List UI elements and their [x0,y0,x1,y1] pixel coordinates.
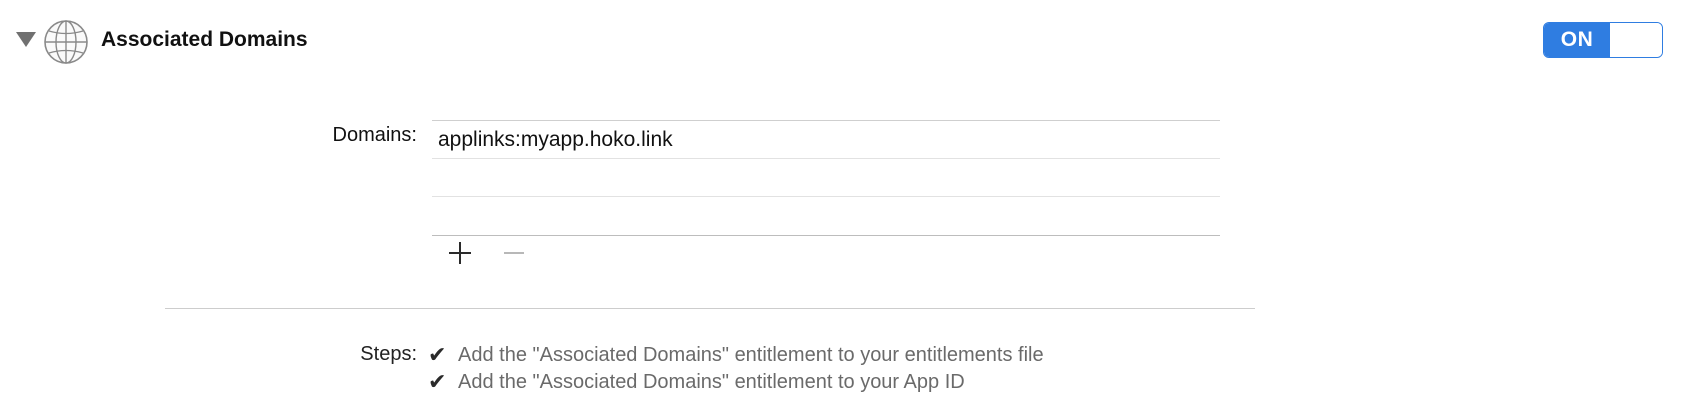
capability-panel: Associated Domains ON Domains: applinks:… [0,0,1682,404]
steps-label: Steps: [360,343,417,365]
remove-domain-button[interactable] [500,239,528,267]
section-title: Associated Domains [101,28,308,51]
step-item: ✔ Add the "Associated Domains" entitleme… [428,369,1044,396]
toggle-knob [1610,23,1662,57]
checkmark-icon: ✔ [428,343,447,368]
globe-icon [44,20,88,64]
steps-list: ✔ Add the "Associated Domains" entitleme… [428,342,1044,396]
toggle-on-label: ON [1544,23,1610,57]
domain-row[interactable] [432,159,1220,197]
add-domain-button[interactable] [446,239,474,267]
domains-table: applinks:myapp.hoko.link [432,120,1220,236]
step-item: ✔ Add the "Associated Domains" entitleme… [428,342,1044,369]
divider [165,308,1255,309]
domains-label: Domains: [332,124,417,146]
step-text: Add the "Associated Domains" entitlement… [458,344,1044,366]
domain-row[interactable] [432,197,1220,235]
row-controls [446,238,528,268]
capability-toggle[interactable]: ON [1543,22,1663,58]
checkmark-icon: ✔ [428,370,447,395]
domain-row[interactable]: applinks:myapp.hoko.link [432,121,1220,159]
disclosure-triangle-icon[interactable] [16,32,36,47]
step-text: Add the "Associated Domains" entitlement… [458,371,965,393]
